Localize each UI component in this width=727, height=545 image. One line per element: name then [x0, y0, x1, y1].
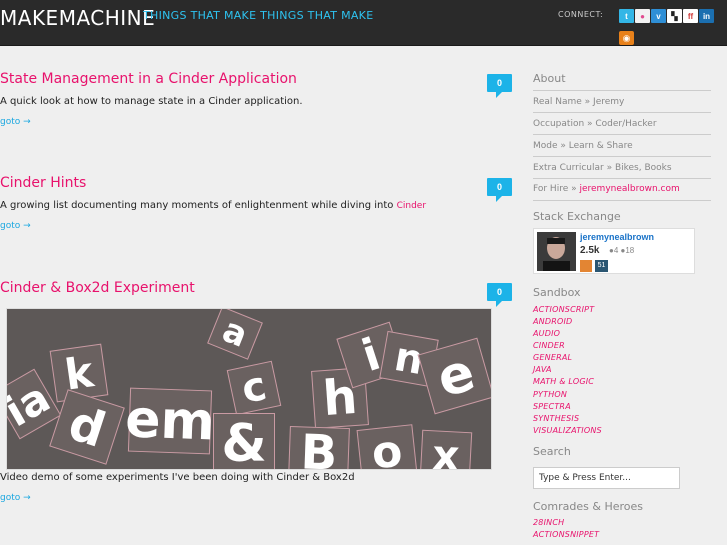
comrade-link[interactable]: ACTIONSNIPPET: [533, 530, 599, 539]
search-heading: Search: [533, 445, 571, 458]
stack-exchange-flair[interactable]: jeremynealbrown 2.5k ●4 ●18 51: [533, 228, 695, 274]
about-row: Extra Curricular » Bikes, Books: [533, 163, 711, 179]
sandbox-link[interactable]: PYTHON: [533, 390, 567, 399]
stack-username[interactable]: jeremynealbrown: [580, 232, 654, 242]
comment-count-badge[interactable]: 0: [487, 178, 512, 202]
divider: [533, 90, 711, 91]
sandbox-link[interactable]: GENERAL: [533, 353, 572, 362]
social-links: t ● v ▚ ff in: [619, 9, 714, 23]
post-item-footer: Video demo of some experiments I've been…: [0, 472, 512, 505]
post-excerpt-text: A growing list documenting many moments …: [0, 200, 394, 211]
stackoverflow-icon: [580, 260, 592, 272]
post-title[interactable]: Cinder Hints: [0, 175, 512, 191]
post-excerpt: A growing list documenting many moments …: [0, 200, 512, 211]
sandbox-link[interactable]: VISUALIZATIONS: [533, 426, 602, 435]
site-tagline: THINGS THAT MAKE THINGS THAT MAKE: [143, 9, 374, 22]
comrade-link[interactable]: 28INCH: [533, 518, 564, 527]
video-thumbnail[interactable]: k ia d em a c & h i n e B o x: [6, 308, 492, 470]
comment-count-badge[interactable]: 0: [487, 283, 512, 307]
about-heading: About: [533, 72, 566, 85]
letter-tile: B: [288, 424, 350, 469]
cinder-link[interactable]: Cinder: [397, 201, 426, 211]
letter-tile: c: [226, 360, 282, 416]
letter-tile: &: [213, 413, 275, 469]
about-row-label: For Hire »: [533, 184, 580, 194]
connect-label: CONNECT:: [558, 10, 604, 19]
post-title[interactable]: State Management in a Cinder Application: [0, 71, 512, 87]
goto-link[interactable]: goto →: [0, 493, 31, 503]
post-item: State Management in a Cinder Application…: [0, 71, 512, 129]
letter-tile: em: [124, 387, 216, 455]
rss-icon[interactable]: ◉: [619, 31, 634, 45]
linkedin-icon[interactable]: in: [699, 9, 714, 23]
sandbox-link[interactable]: ANDROID: [533, 317, 572, 326]
site-header: MAKEMACHINE THINGS THAT MAKE THINGS THAT…: [0, 0, 727, 46]
stack-reputation: 2.5k: [580, 245, 600, 256]
sandbox-link[interactable]: CINDER: [533, 341, 565, 350]
about-row: Mode » Learn & Share: [533, 141, 711, 157]
letter-tile: a: [207, 309, 263, 360]
hire-link[interactable]: jeremynealbrown.com: [579, 184, 679, 194]
sandbox-link[interactable]: MATH & LOGIC: [533, 377, 594, 386]
post-excerpt: A quick look at how to manage state in a…: [0, 96, 303, 107]
about-row: Occupation » Coder/Hacker: [533, 119, 711, 135]
stack-badges: ●4 ●18: [609, 246, 635, 255]
site-title[interactable]: MAKEMACHINE: [0, 6, 155, 30]
comment-count-badge[interactable]: 0: [487, 74, 512, 98]
friendfeed-icon[interactable]: ff: [683, 9, 698, 23]
sandbox-heading: Sandbox: [533, 286, 581, 299]
vimeo-icon[interactable]: v: [651, 9, 666, 23]
comrades-heading: Comrades & Heroes: [533, 500, 643, 513]
sandbox-link[interactable]: SYNTHESIS: [533, 414, 579, 423]
sandbox-link[interactable]: ACTIONSCRIPT: [533, 305, 594, 314]
search-input[interactable]: [533, 467, 680, 489]
post-item: Cinder & Box2d Experiment 0: [0, 280, 512, 307]
flickr-icon[interactable]: ●: [635, 9, 650, 23]
letter-tile: x: [419, 429, 473, 469]
goto-link[interactable]: goto →: [0, 221, 31, 231]
sandbox-link[interactable]: JAVA: [533, 365, 552, 374]
post-excerpt: Video demo of some experiments I've been…: [0, 472, 355, 483]
avatar: [537, 232, 576, 271]
post-item: Cinder Hints A growing list documenting …: [0, 175, 512, 233]
letter-tile: o: [356, 424, 418, 469]
delicious-icon[interactable]: ▚: [667, 9, 682, 23]
post-title[interactable]: Cinder & Box2d Experiment: [0, 280, 512, 296]
stack-site-icon: 51: [595, 260, 608, 272]
divider: [533, 200, 711, 201]
sandbox-link[interactable]: SPECTRA: [533, 402, 571, 411]
sandbox-link[interactable]: AUDIO: [533, 329, 560, 338]
stack-exchange-heading: Stack Exchange: [533, 210, 621, 223]
goto-link[interactable]: goto →: [0, 117, 31, 127]
twitter-icon[interactable]: t: [619, 9, 634, 23]
about-row: Real Name » Jeremy: [533, 97, 711, 113]
about-row: For Hire » jeremynealbrown.com: [533, 184, 711, 199]
